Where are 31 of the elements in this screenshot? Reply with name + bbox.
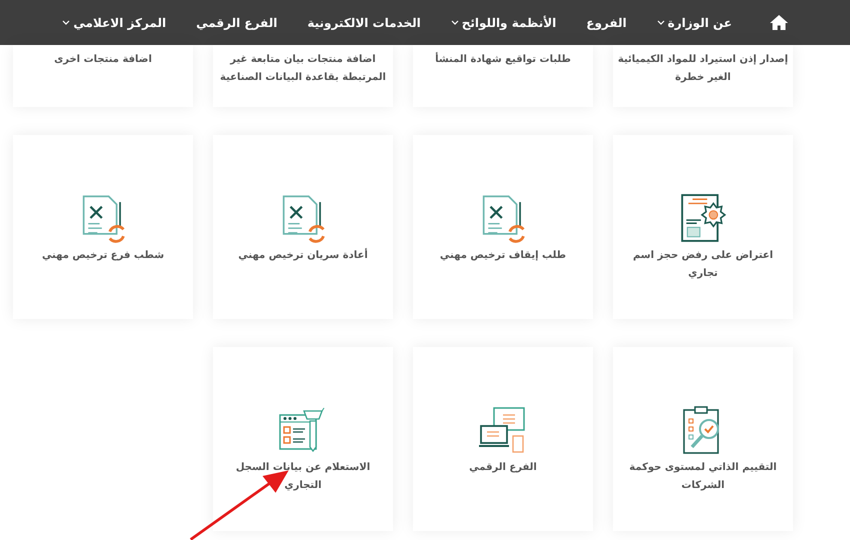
service-title: اعتراض على رفض حجز اسم تجاري bbox=[632, 249, 774, 281]
nav-link[interactable]: الفروع bbox=[586, 16, 627, 30]
service-title: إصدار إذن استيراد للمواد الكيميائية الغير خطرة bbox=[617, 53, 789, 85]
service-card[interactable]: شطب فرع ترخيص مهني bbox=[13, 135, 193, 319]
service-title: شطب فرع ترخيص مهني bbox=[40, 249, 166, 263]
service-title: الاستعلام عن بيانات السجل التجاري bbox=[234, 461, 372, 493]
nav-link[interactable]: الأنظمة واللوائح bbox=[450, 16, 556, 30]
devices-icon bbox=[478, 405, 528, 455]
certificate-icon bbox=[678, 193, 728, 243]
service-title: طلبات تواقيع شهادة المنشأ bbox=[434, 51, 572, 67]
service-title: الفرع الرقمي bbox=[468, 461, 538, 475]
nav-link[interactable]: عن الوزارة bbox=[656, 16, 732, 30]
service-title: اضافة منتجات بيان متابعة غير المرتبطة بقاعدة البيانات الصناعية bbox=[219, 53, 387, 85]
service-title: التقييم الذاتي لمستوى حوكمة الشركات bbox=[628, 461, 778, 493]
service-title: أعادة سريان ترخيص مهني bbox=[237, 247, 369, 263]
service-card[interactable]: اعتراض على رفض حجز اسم تجاري bbox=[613, 135, 793, 319]
service-card[interactable]: التقييم الذاتي لمستوى حوكمة الشركات bbox=[613, 347, 793, 531]
nav-link[interactable]: الفرع الرقمي bbox=[196, 16, 278, 30]
nav-link[interactable]: الخدمات الالكترونية bbox=[307, 16, 421, 30]
service-card[interactable]: طلبات تواقيع شهادة المنشأ bbox=[413, 45, 593, 107]
service-card[interactable]: أعادة سريان ترخيص مهني bbox=[213, 135, 393, 319]
nav-link[interactable]: المركز الاعلامي bbox=[62, 16, 166, 30]
service-card[interactable]: الاستعلام عن بيانات السجل التجاري bbox=[213, 347, 393, 531]
service-card[interactable]: اضافة منتجات اخرى bbox=[13, 45, 193, 107]
home-icon[interactable] bbox=[770, 15, 788, 30]
service-card[interactable]: الفرع الرقمي bbox=[413, 347, 593, 531]
service-card[interactable]: اضافة منتجات بيان متابعة غير المرتبطة بقاعدة البيانات الصناعية bbox=[213, 45, 393, 107]
service-card[interactable]: إصدار إذن استيراد للمواد الكيميائية الغير خطرة bbox=[613, 45, 793, 107]
service-card[interactable]: طلب إيقاف ترخيص مهني bbox=[413, 135, 593, 319]
service-title: طلب إيقاف ترخيص مهني bbox=[438, 249, 568, 263]
service-title: اضافة منتجات اخرى bbox=[53, 53, 153, 67]
